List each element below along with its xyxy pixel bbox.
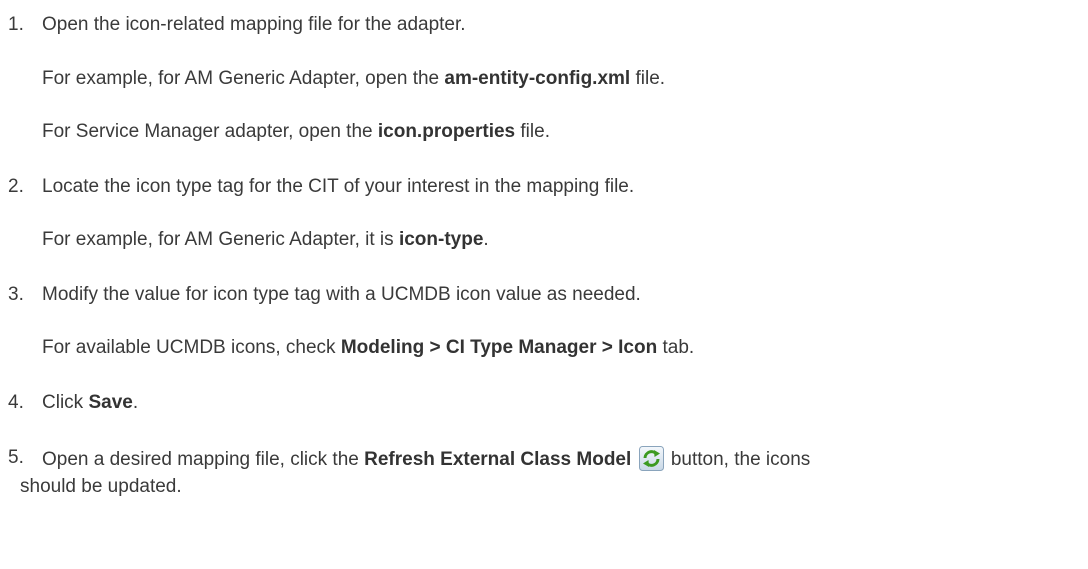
filename-bold: icon.properties xyxy=(377,121,516,142)
step-number: 5. xyxy=(8,447,24,468)
step-number: 3. xyxy=(8,284,24,305)
sub-text: . xyxy=(483,229,489,250)
save-bold: Save xyxy=(88,392,133,413)
sub-text: tab. xyxy=(657,337,695,358)
step-text: . xyxy=(132,392,139,413)
sub-text: For example, for AM Generic Adapter, ope… xyxy=(42,68,445,89)
step-text: Click xyxy=(42,392,89,413)
sub-text: For available UCMDB icons, check xyxy=(42,337,341,358)
step-number: 1. xyxy=(8,14,24,35)
step-text: Open a desired mapping file, click the xyxy=(42,449,365,470)
tag-bold: icon-type xyxy=(398,229,484,250)
step-number: 4. xyxy=(8,392,24,413)
refresh-icon xyxy=(638,446,664,471)
sub-text: file. xyxy=(630,68,666,89)
step-text: Locate the icon type tag for the CIT of … xyxy=(42,176,635,197)
step-text: Modify the value for icon type tag with … xyxy=(42,284,641,305)
sub-text: For example, for AM Generic Adapter, it … xyxy=(42,229,399,250)
button-name-bold: Refresh External Class Model xyxy=(364,449,632,470)
step-text: button, the icons xyxy=(665,449,811,470)
sub-text: file. xyxy=(515,121,550,142)
step-text: should be updated. xyxy=(20,476,182,497)
menu-path-bold: Modeling > CI Type Manager > Icon xyxy=(340,337,658,358)
sub-text: For Service Manager adapter, open the xyxy=(42,121,378,142)
step-text: Open the icon-related mapping file for t… xyxy=(42,14,466,35)
filename-bold: am-entity-config.xml xyxy=(444,68,631,89)
step-number: 2. xyxy=(8,176,24,197)
